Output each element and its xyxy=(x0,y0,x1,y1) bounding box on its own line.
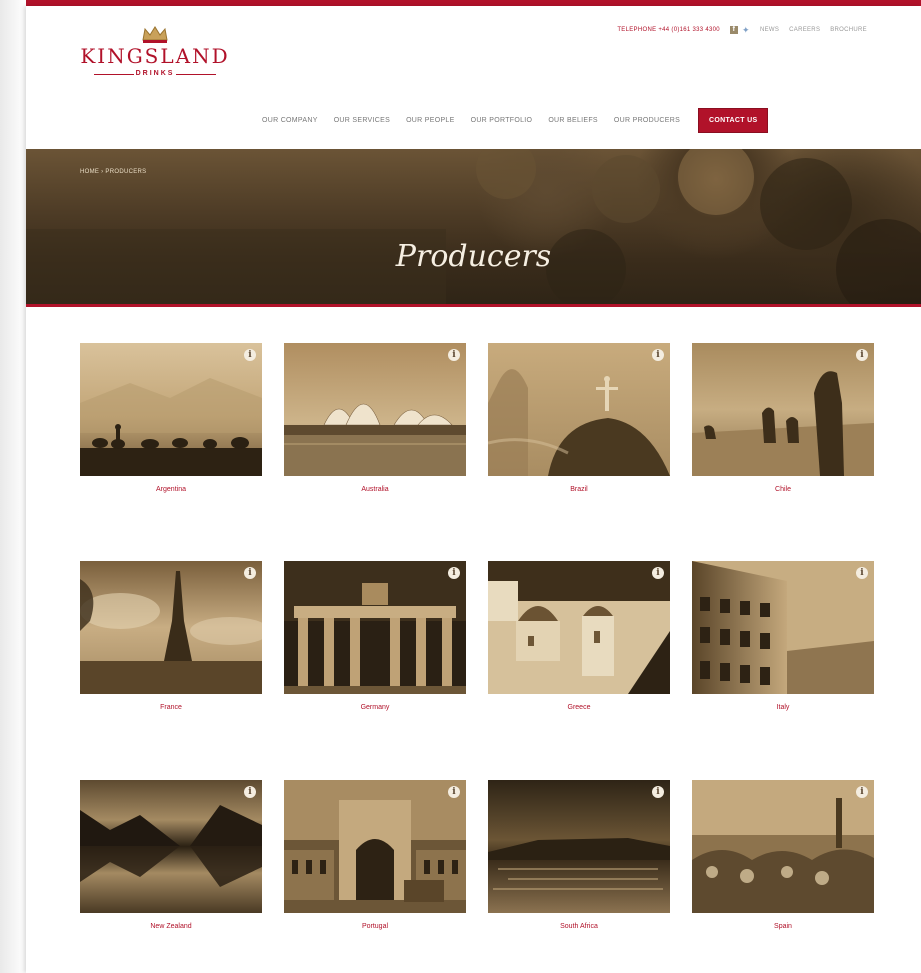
info-icon[interactable]: i xyxy=(856,786,868,798)
nav-our-services[interactable]: OUR SERVICES xyxy=(326,117,398,124)
hero-banner: HOME › PRODUCERS Producers xyxy=(26,149,921,307)
hero-vine-leaves xyxy=(26,149,921,307)
facebook-icon[interactable]: f xyxy=(729,26,738,34)
producer-card-argentina[interactable]: i Argentina xyxy=(80,343,262,493)
top-utility-bar: TELEPHONE +44 (0)161 333 4300 f ✦ NEWS C… xyxy=(617,26,867,35)
new-zealand-photo[interactable]: i xyxy=(80,780,262,913)
logo-subtitle: DRINKS xyxy=(80,70,230,77)
producer-label[interactable]: Argentina xyxy=(80,486,262,493)
nav-our-company[interactable]: OUR COMPANY xyxy=(254,117,326,124)
news-link[interactable]: NEWS xyxy=(760,27,779,33)
spain-photo[interactable]: i xyxy=(692,780,874,913)
info-icon[interactable]: i xyxy=(448,786,460,798)
producer-card-france[interactable]: i France xyxy=(80,561,262,711)
nav-our-producers[interactable]: OUR PRODUCERS xyxy=(606,117,688,124)
producer-card-spain[interactable]: i Spain xyxy=(692,780,874,930)
logo-wordmark: KINGSLAND xyxy=(80,44,230,68)
producer-card-new-zealand[interactable]: i New Zealand xyxy=(80,780,262,930)
chile-photo[interactable]: i xyxy=(692,343,874,476)
greece-photo[interactable]: i xyxy=(488,561,670,694)
producer-label[interactable]: Italy xyxy=(692,704,874,711)
producer-card-italy[interactable]: i Italy xyxy=(692,561,874,711)
info-icon[interactable]: i xyxy=(244,786,256,798)
australia-photo[interactable]: i xyxy=(284,343,466,476)
info-icon[interactable]: i xyxy=(652,567,664,579)
south-africa-photo[interactable]: i xyxy=(488,780,670,913)
producer-label[interactable]: Greece xyxy=(488,704,670,711)
producer-label[interactable]: New Zealand xyxy=(80,923,262,930)
page-left-shadow xyxy=(0,0,26,973)
argentina-photo[interactable]: i xyxy=(80,343,262,476)
kingsland-logo[interactable]: KINGSLAND DRINKS xyxy=(80,24,230,94)
social-links: f ✦ xyxy=(729,26,750,35)
breadcrumb: HOME › PRODUCERS xyxy=(80,169,147,175)
producer-card-germany[interactable]: i Germany xyxy=(284,561,466,711)
producer-label[interactable]: Spain xyxy=(692,923,874,930)
producer-label[interactable]: France xyxy=(80,704,262,711)
telephone-text: TELEPHONE +44 (0)161 333 4300 xyxy=(617,27,720,33)
crown-icon xyxy=(142,26,168,43)
producer-label[interactable]: South Africa xyxy=(488,923,670,930)
careers-link[interactable]: CAREERS xyxy=(789,27,820,33)
info-icon[interactable]: i xyxy=(652,786,664,798)
page: KINGSLAND DRINKS TELEPHONE +44 (0)161 33… xyxy=(26,6,921,973)
info-icon[interactable]: i xyxy=(448,349,460,361)
portugal-photo[interactable]: i xyxy=(284,780,466,913)
producer-card-south-africa[interactable]: i South Africa xyxy=(488,780,670,930)
main-nav: OUR COMPANY OUR SERVICES OUR PEOPLE OUR … xyxy=(254,108,769,133)
producer-label[interactable]: Germany xyxy=(284,704,466,711)
producer-label[interactable]: Australia xyxy=(284,486,466,493)
producer-card-brazil[interactable]: i Brazil xyxy=(488,343,670,493)
brazil-photo[interactable]: i xyxy=(488,343,670,476)
contact-us-button[interactable]: CONTACT US xyxy=(698,108,769,133)
germany-photo[interactable]: i xyxy=(284,561,466,694)
brochure-link[interactable]: BROCHURE xyxy=(830,27,867,33)
twitter-icon[interactable]: ✦ xyxy=(742,26,750,35)
info-icon[interactable]: i xyxy=(856,567,868,579)
producer-label[interactable]: Chile xyxy=(692,486,874,493)
info-icon[interactable]: i xyxy=(244,567,256,579)
info-icon[interactable]: i xyxy=(448,567,460,579)
producer-card-australia[interactable]: i Australia xyxy=(284,343,466,493)
page-title: Producers xyxy=(395,239,552,274)
info-icon[interactable]: i xyxy=(244,349,256,361)
italy-photo[interactable]: i xyxy=(692,561,874,694)
producer-card-greece[interactable]: i Greece xyxy=(488,561,670,711)
nav-our-beliefs[interactable]: OUR BELIEFS xyxy=(540,117,606,124)
producer-label[interactable]: Portugal xyxy=(284,923,466,930)
france-photo[interactable]: i xyxy=(80,561,262,694)
producer-card-portugal[interactable]: i Portugal xyxy=(284,780,466,930)
info-icon[interactable]: i xyxy=(652,349,664,361)
producer-card-chile[interactable]: i Chile xyxy=(692,343,874,493)
info-icon[interactable]: i xyxy=(856,349,868,361)
nav-our-people[interactable]: OUR PEOPLE xyxy=(398,117,463,124)
producer-label[interactable]: Brazil xyxy=(488,486,670,493)
nav-our-portfolio[interactable]: OUR PORTFOLIO xyxy=(463,117,541,124)
